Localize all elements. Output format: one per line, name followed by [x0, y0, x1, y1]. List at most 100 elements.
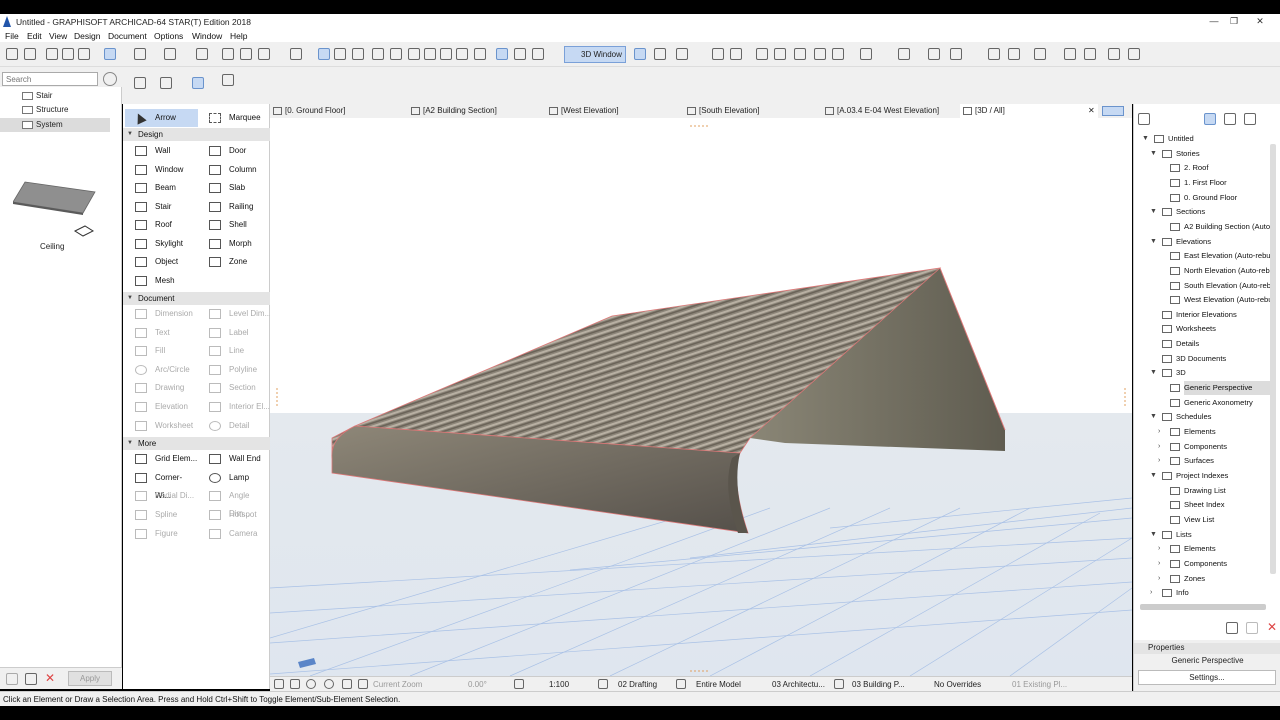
properties-header[interactable]: Properties — [1134, 643, 1280, 654]
tool-mesh[interactable]: Mesh — [125, 272, 198, 290]
fit-window-icon[interactable] — [358, 679, 368, 689]
lock-icon[interactable] — [290, 48, 302, 60]
tab-south-elevation[interactable]: [South Elevation] — [684, 104, 759, 118]
library-item-system[interactable]: System — [0, 118, 110, 132]
expand-toggle-icon[interactable]: › — [1158, 454, 1160, 468]
apply-button[interactable]: Apply — [68, 671, 112, 686]
menu-view[interactable]: View — [49, 31, 67, 41]
group-icon[interactable] — [334, 48, 346, 60]
explode-icon[interactable] — [474, 48, 486, 60]
bimx-icon[interactable] — [1084, 48, 1096, 60]
navigator-item[interactable]: Drawing List — [1170, 484, 1274, 498]
library-item-stair[interactable]: Stair — [0, 89, 110, 103]
navigator-horizontal-scrollbar[interactable] — [1140, 604, 1266, 610]
navigator-item[interactable]: South Elevation (Auto-rebu — [1170, 279, 1275, 293]
tool-wall[interactable]: Wall — [125, 142, 198, 160]
collapse-toggle-icon[interactable]: ▼ — [1150, 469, 1157, 483]
arrow-cursor-icon[interactable] — [222, 74, 234, 86]
redo-icon[interactable] — [24, 48, 36, 60]
navigator-item[interactable]: › Info — [1150, 586, 1274, 600]
tool-column[interactable]: Column — [199, 161, 272, 179]
layout-book-icon[interactable] — [1224, 113, 1236, 125]
tool-beam[interactable]: Beam — [125, 179, 198, 197]
settings-dialog-icon[interactable] — [25, 673, 37, 685]
scale-field[interactable]: 1:100 — [549, 680, 569, 689]
navigator-item[interactable]: › Zones — [1158, 572, 1274, 586]
settings-button[interactable]: Settings... — [1138, 670, 1276, 685]
collapse-toggle-icon[interactable]: ▼ — [1150, 410, 1157, 424]
navigation-icon[interactable] — [676, 48, 688, 60]
view-filter-icon[interactable] — [532, 48, 544, 60]
navigator-item[interactable]: Sheet Index — [1170, 498, 1274, 512]
section-header-more[interactable]: More — [123, 437, 270, 450]
marquee-3d-icon[interactable] — [898, 48, 910, 60]
tab-ground-floor[interactable]: [0. Ground Floor] — [270, 104, 345, 118]
geometry-method-1-icon[interactable] — [134, 77, 146, 89]
layer-select-icon[interactable] — [318, 48, 330, 60]
navigator-item[interactable]: View List — [1170, 513, 1274, 527]
undo-icon[interactable] — [6, 48, 18, 60]
navigator-item[interactable]: Interior Elevations — [1162, 308, 1274, 322]
publish-icon[interactable] — [1108, 48, 1120, 60]
navigator-item[interactable]: ▼ 3D — [1150, 366, 1274, 380]
tool-wall-end[interactable]: Wall End — [199, 450, 272, 468]
navigator-item[interactable]: ▼ Untitled — [1142, 132, 1274, 146]
navigator-item[interactable]: › Surfaces — [1158, 454, 1274, 468]
perspective-icon[interactable] — [634, 48, 646, 60]
collapse-toggle-icon[interactable]: ▼ — [1142, 132, 1149, 146]
geometry-method-3-icon[interactable] — [192, 77, 204, 89]
gear-icon[interactable] — [103, 72, 117, 86]
collapse-toggle-icon[interactable]: ▼ — [1150, 147, 1157, 161]
tool-shell[interactable]: Shell — [199, 216, 272, 234]
walk-icon[interactable] — [712, 48, 724, 60]
navigator-item[interactable]: ▼ Elevations — [1150, 235, 1274, 249]
pick-up-icon[interactable] — [46, 48, 58, 60]
tool-object[interactable]: Object — [125, 253, 198, 271]
navigator-item[interactable]: A2 Building Section (Auto-r — [1170, 220, 1275, 234]
inject-icon[interactable] — [62, 48, 74, 60]
zoom-field[interactable]: Current Zoom — [373, 680, 422, 689]
adjust-icon[interactable] — [424, 48, 436, 60]
cut-icon[interactable] — [372, 48, 384, 60]
structure-display-field[interactable]: Entire Model — [696, 680, 741, 689]
navigator-item[interactable]: ▼ Project Indexes — [1150, 469, 1274, 483]
tool-roof[interactable]: Roof — [125, 216, 198, 234]
navigator-item[interactable]: 1. First Floor — [1170, 176, 1274, 190]
share-icon[interactable] — [1128, 48, 1140, 60]
menu-file[interactable]: File — [5, 31, 19, 41]
geometry-method-2-icon[interactable] — [160, 77, 172, 89]
3d-style-icon[interactable] — [794, 48, 806, 60]
navigator-item[interactable]: ▼ Lists — [1150, 528, 1274, 542]
menu-edit[interactable]: Edit — [27, 31, 42, 41]
fillet-icon[interactable] — [440, 48, 452, 60]
layout-icon[interactable] — [1008, 48, 1020, 60]
tool-arrow[interactable]: Arrow — [125, 109, 198, 127]
navigator-item[interactable]: › Components — [1158, 440, 1274, 454]
eyedropper-icon[interactable] — [78, 48, 90, 60]
collapse-toggle-icon[interactable]: ▼ — [1150, 205, 1157, 219]
axonometry-icon[interactable] — [654, 48, 666, 60]
snap-guides-icon[interactable] — [104, 48, 116, 60]
tool-window[interactable]: Window — [125, 161, 198, 179]
navigator-item[interactable]: Details — [1162, 337, 1274, 351]
tool-grid-element[interactable]: Grid Elem... — [125, 450, 198, 468]
tool-railing[interactable]: Railing — [199, 198, 272, 216]
tool-lamp[interactable]: Lamp — [199, 469, 272, 487]
orbit-icon[interactable] — [324, 679, 334, 689]
redo-zoom-icon[interactable] — [290, 679, 300, 689]
graphic-override-icon[interactable] — [950, 48, 962, 60]
renovation-icon[interactable] — [928, 48, 940, 60]
navigator-item[interactable]: › Elements — [1158, 425, 1274, 439]
angle-field[interactable]: 0.00° — [468, 680, 487, 689]
tool-corner-window[interactable]: Corner-Wi... — [125, 469, 198, 500]
favorites-icon[interactable] — [6, 673, 18, 685]
collapse-toggle-icon[interactable]: ▼ — [1150, 528, 1157, 542]
split-icon[interactable] — [408, 48, 420, 60]
navigator-item[interactable]: 3D Documents — [1162, 352, 1274, 366]
navigator-item[interactable]: ▼ Schedules — [1150, 410, 1274, 424]
section-header-document[interactable]: Document — [123, 292, 270, 305]
sun-icon[interactable] — [814, 48, 826, 60]
orbit-icon[interactable] — [730, 48, 742, 60]
navigator-item[interactable]: East Elevation (Auto-rebuil — [1170, 249, 1274, 263]
pencil-icon[interactable] — [514, 48, 526, 60]
